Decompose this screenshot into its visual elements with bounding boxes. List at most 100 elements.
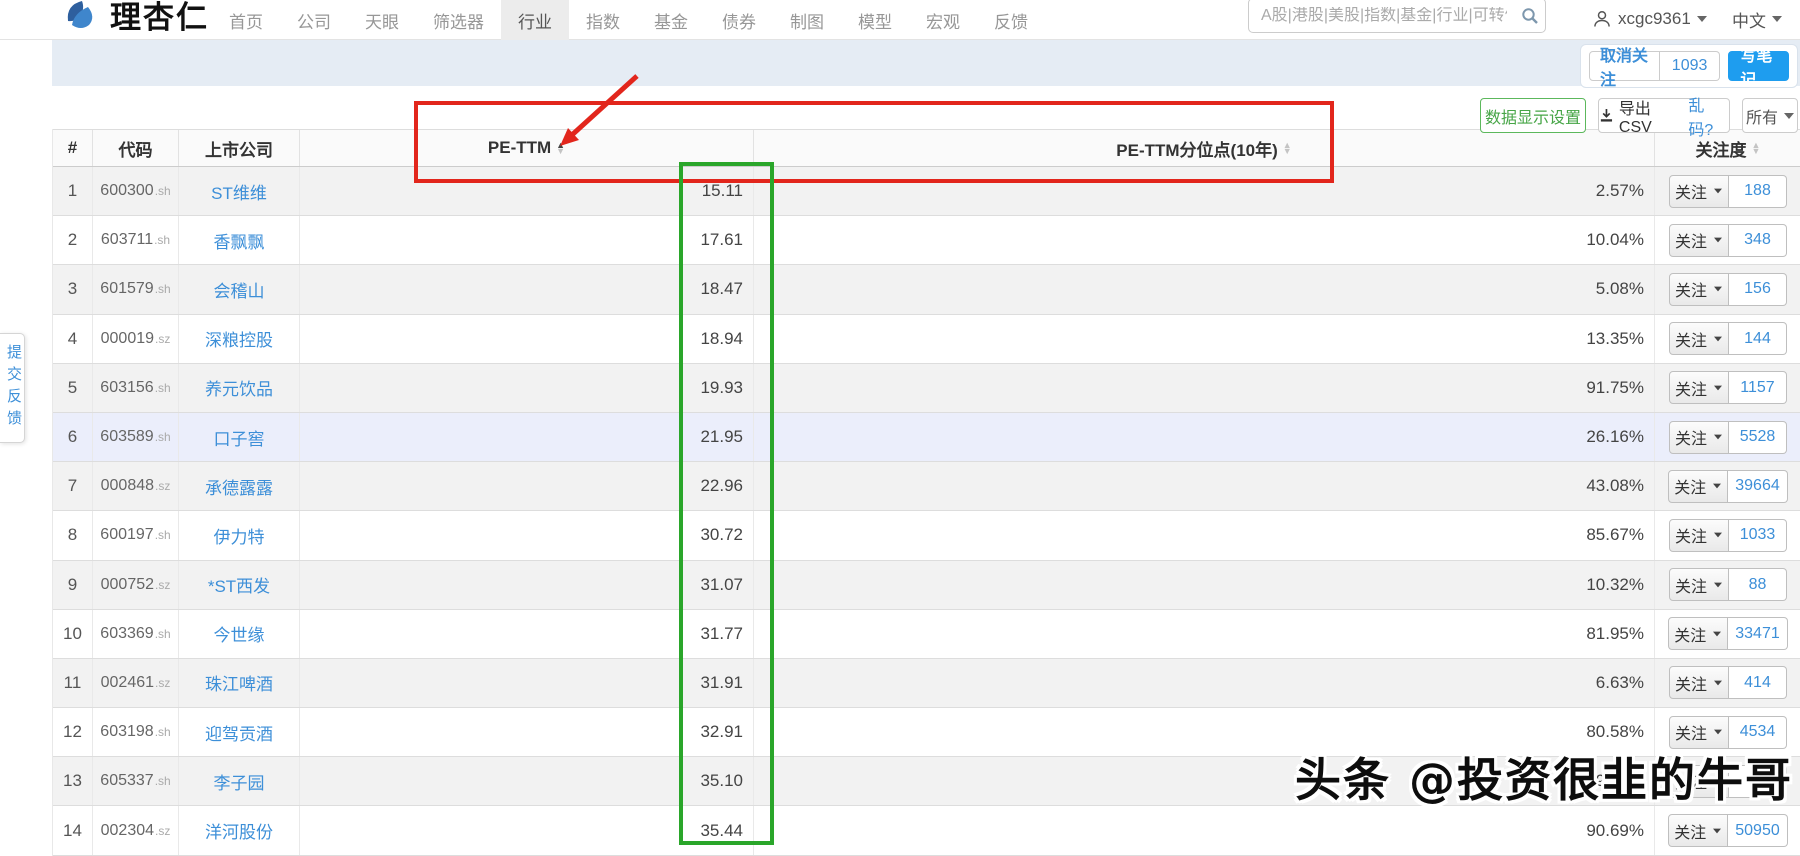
pe-percentile-value: 6.63% [754, 659, 1655, 707]
row-index: 11 [53, 659, 93, 707]
follower-count-button[interactable]: 50950 [1728, 814, 1788, 847]
company-link[interactable]: 迎驾贡酒 [205, 720, 273, 745]
table-row: 5 603156.sh 养元饮品 19.93 91.75% 关注 1157 [53, 364, 1800, 413]
company-link[interactable]: 香飘飘 [214, 228, 265, 253]
table-row: 7 000848.sz 承德露露 22.96 43.08% 关注 39664 [53, 462, 1800, 511]
row-index: 13 [53, 757, 93, 805]
user-menu[interactable]: xcgc9361 [1592, 0, 1707, 38]
chevron-down-icon [1714, 336, 1722, 341]
follow-button-group: 关注 348 [1669, 224, 1787, 257]
nav-item-行业[interactable]: 行业 [501, 0, 569, 40]
nav-item-模型[interactable]: 模型 [841, 0, 909, 40]
follow-dropdown-button[interactable]: 关注 [1669, 519, 1729, 552]
unfollow-button[interactable]: 取消关注 [1589, 51, 1660, 81]
follow-button-group: 关注 144 [1669, 322, 1787, 355]
search-icon[interactable] [1515, 7, 1545, 25]
follower-count-button[interactable]: 348 [1729, 224, 1787, 257]
company-link[interactable]: 李子园 [214, 769, 265, 794]
table-row: 10 603369.sh 今世缘 31.77 81.95% 关注 33471 [53, 610, 1800, 659]
write-note-button[interactable]: 写笔记 [1728, 51, 1789, 81]
pe-percentile-value: 43.08% [754, 462, 1655, 510]
garbled-help-link[interactable]: 乱码? [1688, 92, 1729, 140]
company-link[interactable]: 养元饮品 [205, 375, 273, 400]
follow-dropdown-button[interactable]: 关注 [1668, 470, 1728, 503]
stock-code: 600300.sh [93, 167, 179, 215]
row-index: 14 [53, 806, 93, 854]
nav-item-制图[interactable]: 制图 [773, 0, 841, 40]
follow-dropdown-button[interactable]: 关注 [1669, 666, 1729, 699]
nav-item-首页[interactable]: 首页 [212, 0, 280, 40]
scope-filter-button[interactable]: 所有 [1742, 98, 1798, 133]
table-row: 3 601579.sh 会稽山 18.47 5.08% 关注 156 [53, 265, 1800, 314]
follow-dropdown-button[interactable]: 关注 [1669, 273, 1729, 306]
nav-item-天眼[interactable]: 天眼 [348, 0, 416, 40]
submit-feedback-tab[interactable]: 提交反馈 [0, 333, 25, 443]
table-row: 1 600300.sh ST维维 15.11 2.57% 关注 188 [53, 167, 1800, 216]
follow-dropdown-button[interactable]: 关注 [1669, 568, 1729, 601]
language-menu[interactable]: 中文 [1732, 0, 1782, 38]
row-index: 8 [53, 511, 93, 559]
nav-item-宏观[interactable]: 宏观 [909, 0, 977, 40]
stock-code: 603198.sh [93, 708, 179, 756]
company-link[interactable]: ST维维 [211, 179, 267, 204]
follow-dropdown-button[interactable]: 关注 [1669, 224, 1729, 257]
nav-item-债券[interactable]: 债券 [705, 0, 773, 40]
follow-dropdown-button[interactable]: 关注 [1669, 175, 1729, 208]
company-link[interactable]: 洋河股份 [205, 818, 273, 843]
follow-dropdown-button[interactable]: 关注 [1669, 371, 1729, 404]
header-code: 代码 [93, 130, 179, 166]
company-link[interactable]: 会稽山 [214, 277, 265, 302]
follower-count-button[interactable]: 33471 [1728, 617, 1788, 650]
follow-dropdown-button[interactable]: 关注 [1668, 814, 1728, 847]
logo[interactable]: 理杏仁 [62, 0, 209, 37]
follower-count-button[interactable]: 39664 [1728, 470, 1788, 503]
follow-dropdown-button[interactable]: 关注 [1669, 421, 1729, 454]
chevron-down-icon [1713, 828, 1721, 833]
nav-item-基金[interactable]: 基金 [637, 0, 705, 40]
pe-ttm-value: 35.10 [300, 757, 754, 805]
nav-item-反馈[interactable]: 反馈 [977, 0, 1045, 40]
scope-label: 所有 [1746, 104, 1778, 128]
header-pe-percentile-sortable[interactable]: PE-TTM分位点(10年) ▲▼ [754, 130, 1655, 166]
follower-count-button[interactable]: 156 [1729, 273, 1787, 306]
follower-count-button[interactable]: 188 [1729, 175, 1787, 208]
nav-item-公司[interactable]: 公司 [280, 0, 348, 40]
header-pe-ttm-sortable[interactable]: PE-TTM ▲▼ [300, 130, 754, 166]
username: xcgc9361 [1618, 9, 1691, 29]
follower-count-button[interactable]: 88 [1729, 568, 1787, 601]
pe-percentile-value: 10.04% [754, 216, 1655, 264]
follow-dropdown-button[interactable]: 关注 [1669, 322, 1729, 355]
followed-count-button[interactable]: 1093 [1660, 51, 1721, 81]
company-link[interactable]: *ST西发 [208, 572, 270, 597]
export-csv-button[interactable]: 导出CSV 乱码? [1598, 98, 1730, 133]
search-input[interactable] [1249, 7, 1515, 25]
follow-dropdown-button[interactable]: 关注 [1668, 617, 1728, 650]
follow-button-group: 关注 88 [1669, 568, 1787, 601]
company-link[interactable]: 今世缘 [214, 621, 265, 646]
pe-ttm-value: 31.91 [300, 659, 754, 707]
company-link[interactable]: 承德露露 [205, 474, 273, 499]
pe-ttm-value: 18.94 [300, 315, 754, 363]
chevron-down-icon [1714, 385, 1722, 390]
pe-percentile-value: 10.32% [754, 561, 1655, 609]
follower-count-button[interactable]: 1033 [1729, 519, 1787, 552]
follow-button-group: 关注 188 [1669, 175, 1787, 208]
company-link[interactable]: 珠江啤酒 [205, 670, 273, 695]
row-index: 10 [53, 610, 93, 658]
company-link[interactable]: 口子窖 [214, 425, 265, 450]
company-link[interactable]: 深粮控股 [205, 326, 273, 351]
follower-count-button[interactable]: 144 [1729, 322, 1787, 355]
nav-item-筛选器[interactable]: 筛选器 [416, 0, 501, 40]
stock-code: 605337.sh [93, 757, 179, 805]
logo-text: 理杏仁 [110, 0, 209, 37]
nav-item-指数[interactable]: 指数 [569, 0, 637, 40]
follower-count-button[interactable]: 1157 [1729, 371, 1787, 404]
table-header-row: # 代码 上市公司 PE-TTM ▲▼ PE-TTM分位点(10年) ▲▼ 关注… [53, 129, 1800, 167]
stock-code: 603711.sh [93, 216, 179, 264]
company-link[interactable]: 伊力特 [214, 523, 265, 548]
stock-code: 603589.sh [93, 413, 179, 461]
follower-count-button[interactable]: 414 [1729, 666, 1787, 699]
follower-count-button[interactable]: 5528 [1729, 421, 1787, 454]
data-display-settings-button[interactable]: 数据显示设置 [1480, 98, 1586, 133]
pe-ttm-value: 31.07 [300, 561, 754, 609]
